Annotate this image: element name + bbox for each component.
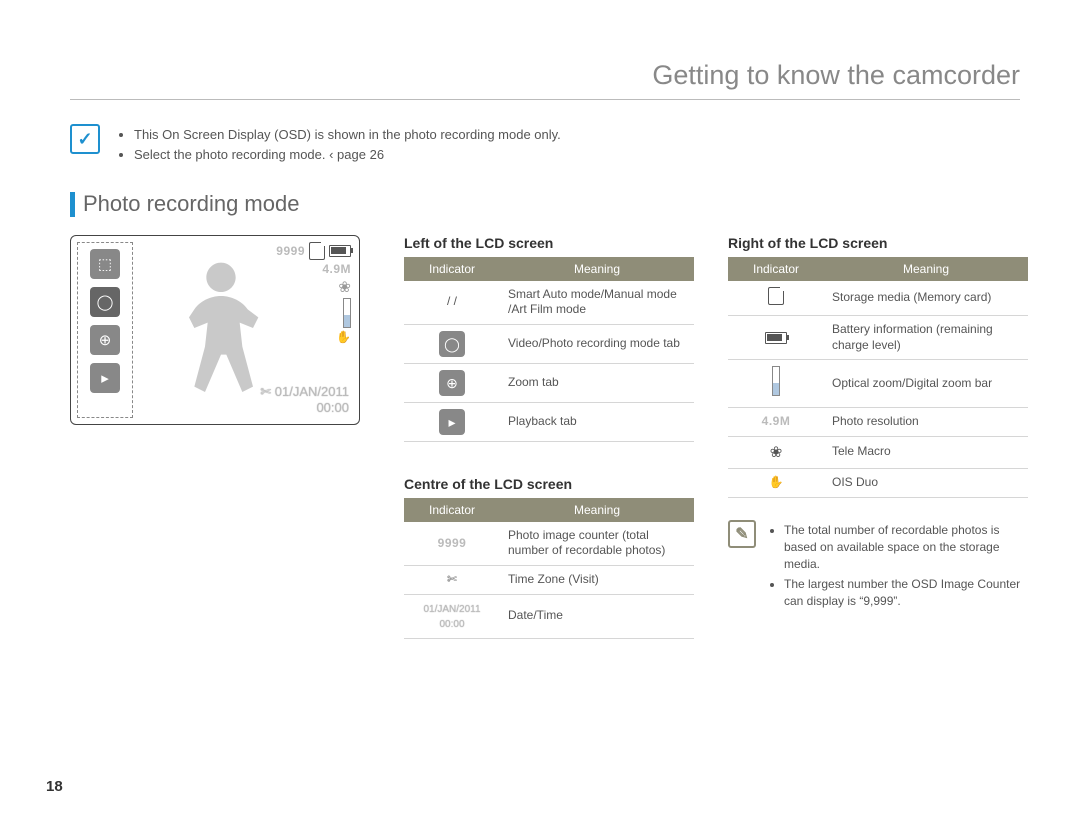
- photo-tab-icon: ◯: [439, 331, 465, 357]
- page-title: Getting to know the camcorder: [70, 60, 1020, 100]
- note-item: The largest number the OSD Image Counter…: [784, 576, 1028, 611]
- table-row: ⊕ Zoom tab: [404, 363, 694, 402]
- counter-icon: 9999: [438, 536, 467, 550]
- datetime-icon: 01/JAN/2011 00:00: [423, 604, 480, 631]
- battery-icon: [329, 245, 351, 257]
- zoom-bar-icon: [343, 298, 351, 328]
- table-row: 9999 Photo image counter (total number of…: [404, 522, 694, 566]
- centre-lcd-heading: Centre of the LCD screen: [404, 476, 694, 492]
- photo-resolution: 4.9M: [322, 262, 351, 276]
- note-item: Select the photo recording mode. ‹ page …: [134, 146, 561, 164]
- meaning: Playback tab: [500, 402, 694, 441]
- table-header: Indicator: [728, 257, 824, 281]
- right-note: ✎ The total number of recordable photos …: [728, 520, 1028, 613]
- table-row: 4.9M Photo resolution: [728, 407, 1028, 436]
- table-row: ✄Time Zone (Visit): [404, 565, 694, 594]
- photo-counter: 9999: [276, 244, 305, 258]
- left-lcd-table: IndicatorMeaning / /Smart Auto mode/Manu…: [404, 257, 694, 442]
- meaning: Video/Photo recording mode tab: [500, 324, 694, 363]
- meaning: Battery information (remaining charge le…: [824, 316, 1028, 360]
- page-number: 18: [46, 778, 63, 795]
- meaning: Tele Macro: [824, 436, 1028, 469]
- check-icon: ✓: [70, 124, 100, 154]
- lcd-date: 01/JAN/2011: [275, 384, 349, 399]
- meaning: Time Zone (Visit): [500, 565, 694, 594]
- table-row: Storage media (Memory card): [728, 281, 1028, 316]
- battery-icon: [765, 332, 787, 344]
- top-note: ✓ This On Screen Display (OSD) is shown …: [70, 124, 1020, 166]
- meaning: Zoom tab: [500, 363, 694, 402]
- table-row: ❀Tele Macro: [728, 436, 1028, 469]
- meaning: Storage media (Memory card): [824, 281, 1028, 316]
- timezone-icon: ✄: [404, 565, 500, 594]
- meaning: OIS Duo: [824, 469, 1028, 498]
- lcd-screen-illustration: ⬚ ◯ ⊕ ▸ 9999 4.9M ❀ ✋: [70, 235, 360, 425]
- video-tab-icon: ⬚: [90, 249, 120, 279]
- table-header: Meaning: [500, 257, 694, 281]
- pencil-note-icon: ✎: [728, 520, 756, 548]
- table-header: Indicator: [404, 257, 500, 281]
- note-item: The total number of recordable photos is…: [784, 522, 1028, 574]
- table-row: 01/JAN/2011 00:00 Date/Time: [404, 594, 694, 638]
- zoom-tab-icon: ⊕: [90, 325, 120, 355]
- lcd-right-stack: 9999 4.9M ❀ ✋: [276, 242, 351, 344]
- lcd-time: 00:00: [316, 400, 349, 415]
- centre-lcd-table: IndicatorMeaning 9999 Photo image counter…: [404, 498, 694, 639]
- table-row: Battery information (remaining charge le…: [728, 316, 1028, 360]
- lcd-left-tabs: ⬚ ◯ ⊕ ▸: [77, 242, 133, 418]
- meaning: Optical zoom/Digital zoom bar: [824, 360, 1028, 408]
- playback-tab-icon: ▸: [439, 409, 465, 435]
- resolution-icon: 4.9M: [762, 414, 791, 428]
- tele-macro-icon: ❀: [728, 436, 824, 469]
- sd-card-icon: [768, 287, 784, 305]
- left-lcd-heading: Left of the LCD screen: [404, 235, 694, 251]
- mode-icons: / /: [404, 281, 500, 325]
- table-row: / /Smart Auto mode/Manual mode /Art Film…: [404, 281, 694, 325]
- table-row: ✋OIS Duo: [728, 469, 1028, 498]
- ois-icon: ✋: [728, 469, 824, 498]
- table-header: Indicator: [404, 498, 500, 522]
- playback-tab-icon: ▸: [90, 363, 120, 393]
- sd-card-icon: [309, 242, 325, 260]
- section-heading: Photo recording mode: [70, 192, 1020, 216]
- right-lcd-heading: Right of the LCD screen: [728, 235, 1028, 251]
- table-row: ▸ Playback tab: [404, 402, 694, 441]
- meaning: Photo image counter (total number of rec…: [500, 522, 694, 566]
- meaning: Smart Auto mode/Manual mode /Art Film mo…: [500, 281, 694, 325]
- table-row: ◯ Video/Photo recording mode tab: [404, 324, 694, 363]
- meaning: Photo resolution: [824, 407, 1028, 436]
- photo-tab-icon: ◯: [90, 287, 120, 317]
- right-lcd-table: IndicatorMeaning Storage media (Memory c…: [728, 257, 1028, 498]
- meaning: Date/Time: [500, 594, 694, 638]
- lcd-datetime: ✄ 01/JAN/2011 00:00: [260, 384, 349, 415]
- table-header: Meaning: [500, 498, 694, 522]
- zoom-bar-icon: [772, 366, 780, 396]
- tele-macro-icon: ❀: [338, 278, 351, 296]
- zoom-tab-icon: ⊕: [439, 370, 465, 396]
- table-row: Optical zoom/Digital zoom bar: [728, 360, 1028, 408]
- note-item: This On Screen Display (OSD) is shown in…: [134, 126, 561, 144]
- table-header: Meaning: [824, 257, 1028, 281]
- ois-icon: ✋: [336, 330, 351, 344]
